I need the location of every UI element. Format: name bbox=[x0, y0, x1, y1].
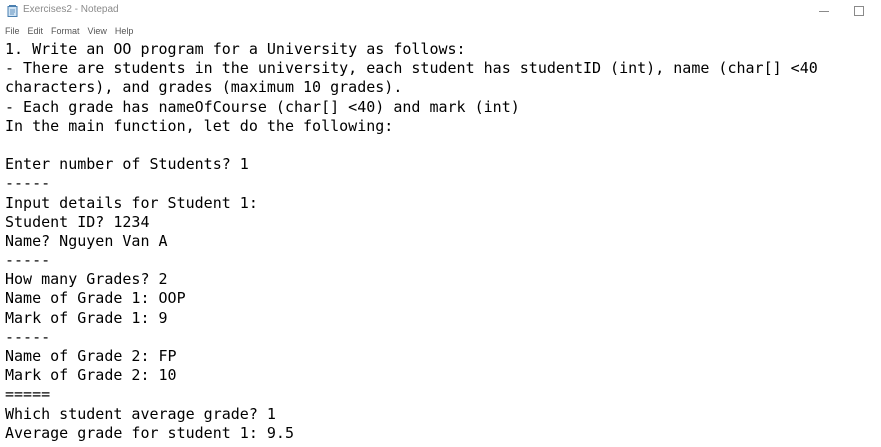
text-line: Name? Nguyen Van A bbox=[5, 231, 168, 250]
text-line: ===== bbox=[5, 385, 51, 404]
menu-file[interactable]: File bbox=[0, 23, 24, 40]
text-line: Enter number of Students? 1 bbox=[5, 155, 249, 174]
text-line: 1. Write an OO program for a University … bbox=[5, 40, 466, 58]
minimize-icon bbox=[819, 11, 829, 12]
title-bar[interactable]: Exercises2 - Notepad bbox=[0, 0, 881, 23]
text-line: Name of Grade 1: OOP bbox=[5, 289, 186, 308]
text-line: ----- bbox=[5, 174, 51, 193]
text-line: How many Grades? 2 bbox=[5, 270, 168, 289]
notepad-icon bbox=[7, 5, 18, 17]
text-editor[interactable]: 1. Write an OO program for a University … bbox=[0, 40, 881, 447]
text-line: - There are students in the university, … bbox=[5, 59, 818, 78]
window-title: Exercises2 - Notepad bbox=[23, 4, 119, 15]
menu-edit[interactable]: Edit bbox=[24, 23, 48, 40]
text-line: - Each grade has nameOfCourse (char[] <4… bbox=[5, 97, 520, 116]
maximize-icon bbox=[854, 6, 864, 16]
text-line: ----- bbox=[5, 251, 51, 270]
menu-view[interactable]: View bbox=[84, 23, 111, 40]
menu-bar: File Edit Format View Help bbox=[0, 23, 881, 40]
text-line: Student ID? 1234 bbox=[5, 212, 150, 231]
maximize-button[interactable] bbox=[836, 0, 881, 23]
text-line: Mark of Grade 1: 9 bbox=[5, 308, 168, 327]
text-line: Input details for Student 1: bbox=[5, 193, 258, 212]
menu-format[interactable]: Format bbox=[47, 23, 84, 40]
text-line: Which student average grade? 1 bbox=[5, 404, 276, 423]
text-line: ----- bbox=[5, 327, 51, 346]
text-line: Name of Grade 2: FP bbox=[5, 347, 177, 365]
text-line: characters), and grades (maximum 10 grad… bbox=[5, 78, 403, 97]
text-line: Average grade for student 1: 9.5 bbox=[5, 423, 294, 442]
text-line bbox=[5, 136, 818, 155]
notepad-window: Exercises2 - Notepad File Edit Format Vi… bbox=[0, 0, 881, 447]
menu-help[interactable]: Help bbox=[111, 23, 138, 40]
text-line: In the main function, let do the followi… bbox=[5, 116, 394, 135]
text-line: Mark of Grade 2: 10 bbox=[5, 366, 177, 385]
editor-content[interactable]: 1. Write an OO program for a University … bbox=[5, 40, 818, 443]
